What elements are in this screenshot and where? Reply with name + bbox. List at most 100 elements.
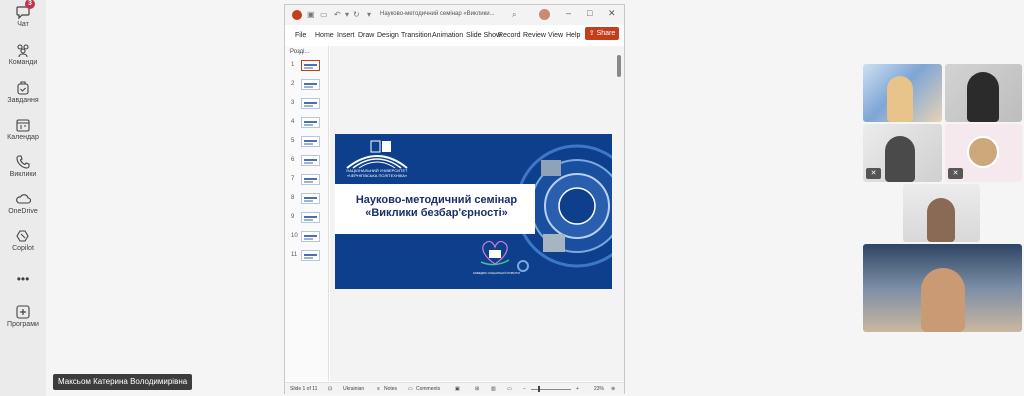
accessibility-icon[interactable]: ⊡ — [328, 386, 332, 392]
slide-thumb-image — [301, 231, 320, 242]
rail-item-teams[interactable]: Команди — [0, 40, 46, 74]
presenter-view-icon[interactable]: ▭ — [507, 386, 512, 392]
rail-label-calls: Виклики — [9, 171, 37, 178]
maximize-icon[interactable]: □ — [587, 8, 592, 18]
rail-label-apps: Програми — [7, 321, 39, 328]
slide-counter: Slide 1 of 11 — [290, 386, 318, 392]
comments-icon[interactable]: ▭ — [408, 386, 413, 392]
notes-icon[interactable]: ≡ — [377, 386, 380, 392]
zoom-slider[interactable] — [531, 389, 571, 390]
slide-thumb-image — [301, 60, 320, 71]
slide-thumb-image — [301, 212, 320, 223]
rail-label-onedrive: OneDrive — [8, 208, 38, 215]
rail-item-calendar[interactable]: Календар — [0, 115, 46, 149]
language-status[interactable]: Ukrainian — [343, 386, 364, 392]
participant-figure — [927, 198, 955, 242]
slide-thumbnail[interactable]: 4 — [285, 116, 329, 132]
tasks-icon — [0, 78, 46, 96]
powerpoint-logo-icon — [292, 10, 302, 20]
slide-number: 11 — [291, 252, 298, 258]
redo-icon[interactable]: ↻ — [353, 10, 360, 19]
search-icon[interactable]: ⌕ — [512, 10, 516, 20]
tab-insert[interactable]: Insert — [337, 32, 355, 39]
comments-button[interactable]: Comments — [416, 386, 440, 392]
zoom-level[interactable]: 23% — [594, 386, 604, 392]
slide-thumb-image — [301, 155, 320, 166]
slide-number: 8 — [291, 195, 295, 201]
customize-qat-icon[interactable]: ▾ — [367, 10, 371, 19]
zoom-slider-thumb[interactable] — [538, 386, 540, 392]
tab-draw[interactable]: Draw — [358, 32, 374, 39]
rail-item-chat[interactable]: 3 Чат — [0, 0, 46, 36]
slide-thumb-image — [301, 136, 320, 147]
participant-video-tile[interactable] — [903, 184, 980, 242]
tab-view[interactable]: View — [548, 32, 563, 39]
close-icon[interactable]: ✕ — [608, 8, 616, 19]
slideshow-icon[interactable]: ▭ — [320, 10, 328, 19]
slide-thumb-image — [301, 79, 320, 90]
slide-number: 9 — [291, 214, 295, 220]
slide-sorter-icon[interactable]: ⊞ — [475, 386, 479, 392]
minimize-icon[interactable]: – — [566, 8, 571, 18]
sections-header[interactable]: Розді... — [290, 49, 309, 55]
tab-transition[interactable]: Transition — [401, 32, 431, 39]
document-title: Науково-методичний семінар «Виклики... — [380, 11, 495, 17]
slide-thumbnail[interactable]: 1 — [285, 59, 329, 75]
vertical-scrollbar[interactable] — [617, 49, 621, 375]
slide-thumbnail[interactable]: 9 — [285, 211, 329, 227]
slide-thumbnail[interactable]: 2 — [285, 78, 329, 94]
reading-view-icon[interactable]: ▥ — [491, 386, 496, 392]
normal-view-icon[interactable]: ▣ — [455, 386, 460, 392]
notes-button[interactable]: Notes — [384, 386, 397, 392]
user-avatar[interactable] — [539, 9, 550, 20]
tab-slide-show[interactable]: Slide Show — [466, 32, 501, 39]
slide-thumbnail[interactable]: 10 — [285, 230, 329, 246]
rail-label-copilot: Copilot — [12, 245, 34, 252]
chat-badge: 3 — [25, 0, 35, 9]
rail-item-apps[interactable]: Програми — [0, 302, 46, 336]
participant-video-tile[interactable] — [945, 64, 1022, 122]
scrollbar-thumb[interactable] — [617, 55, 621, 77]
participant-figure — [885, 136, 915, 182]
undo-icon[interactable]: ↶ — [334, 10, 341, 19]
slide-thumb-image — [301, 117, 320, 128]
save-icon[interactable]: ▣ — [307, 10, 315, 19]
slide-thumbnail[interactable]: 6 — [285, 154, 329, 170]
rail-item-more[interactable]: ••• — [0, 270, 46, 304]
apps-icon — [0, 302, 46, 320]
app-rail: 3 Чат Команди Завдання Календар Виклики … — [0, 0, 46, 396]
slide-thumbnail[interactable]: 5 — [285, 135, 329, 151]
current-slide[interactable]: НАЦІОНАЛЬНИЙ УНІВЕРСИТЕТ «ЧЕРНІГІВСЬКА П… — [335, 134, 612, 289]
tab-file[interactable]: File — [295, 32, 306, 39]
tab-design[interactable]: Design — [377, 32, 399, 39]
rail-label-tasks: Завдання — [7, 97, 39, 104]
tab-animation[interactable]: Animation — [432, 32, 463, 39]
participant-video-tile[interactable]: ✕ — [863, 124, 942, 182]
tab-review[interactable]: Review — [523, 32, 546, 39]
slide-thumbnail[interactable]: 8 — [285, 192, 329, 208]
slide-number: 2 — [291, 81, 295, 87]
university-name: НАЦІОНАЛЬНИЙ УНІВЕРСИТЕТ «ЧЕРНІГІВСЬКА П… — [339, 168, 415, 178]
share-button[interactable]: ⇪ Share — [585, 27, 619, 40]
rail-item-onedrive[interactable]: OneDrive — [0, 189, 46, 223]
share-label: Share — [596, 30, 616, 37]
zoom-out-icon[interactable]: − — [523, 386, 526, 392]
slide-thumb-image — [301, 193, 320, 204]
rail-item-tasks[interactable]: Завдання — [0, 78, 46, 112]
tab-record[interactable]: Record — [498, 32, 521, 39]
rail-item-calls[interactable]: Виклики — [0, 152, 46, 186]
slide-thumbnail[interactable]: 11 — [285, 249, 329, 265]
more-icon: ••• — [16, 272, 30, 286]
participant-video-tile[interactable] — [863, 64, 942, 122]
participant-video-tile[interactable]: ✕ — [945, 124, 1022, 182]
slide-thumbnail[interactable]: 7 — [285, 173, 329, 189]
rail-item-copilot[interactable]: Copilot — [0, 226, 46, 260]
tab-home[interactable]: Home — [315, 32, 334, 39]
dropdown-icon[interactable]: ▾ — [345, 10, 349, 19]
tab-help[interactable]: Help — [566, 32, 580, 39]
slide-number: 5 — [291, 138, 295, 144]
participant-video-tile-active[interactable] — [863, 244, 1022, 332]
fit-slide-icon[interactable]: ⊕ — [611, 386, 615, 392]
zoom-in-icon[interactable]: + — [576, 386, 579, 392]
slide-thumbnail[interactable]: 3 — [285, 97, 329, 113]
